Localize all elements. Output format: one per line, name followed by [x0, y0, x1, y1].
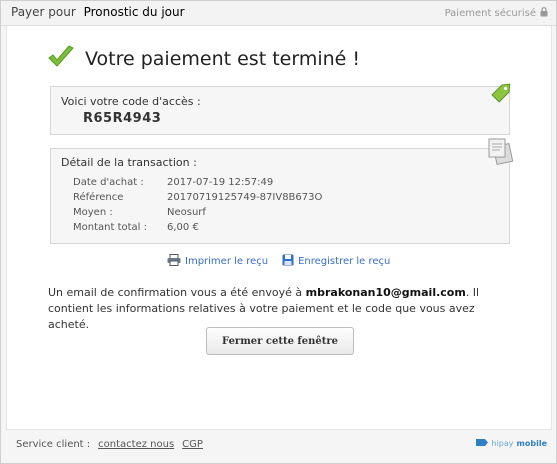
hipay-logo-icon — [475, 438, 489, 449]
purchase-date-value: 2017-07-19 12:57:49 — [167, 176, 274, 188]
reference-value: 20170719125749-87IV8B673O — [167, 191, 323, 203]
merchant-info: Payer pour Pronostic du jour — [11, 5, 185, 19]
success-header: Votre paiement est terminé ! — [47, 45, 360, 73]
save-receipt-label: Enregistrer le reçu — [298, 256, 391, 267]
access-code-label: Voici votre code d'accès : — [61, 95, 201, 108]
page-title: Votre paiement est terminé ! — [85, 48, 360, 70]
receipt-actions: Imprimer le reçu Enregistrer le reçu — [167, 254, 390, 269]
contact-us-link[interactable]: contactez nous — [98, 439, 174, 450]
printer-icon — [167, 254, 181, 269]
access-code-value: R65R4943 — [83, 111, 162, 126]
total-amount-value: 6,00 € — [167, 221, 199, 233]
secure-label: Paiement sécurisé — [444, 8, 536, 19]
print-receipt-link[interactable]: Imprimer le reçu — [167, 254, 268, 269]
transaction-details: Date d'achat : 2017-07-19 12:57:49 Référ… — [73, 175, 322, 235]
purchase-date-key: Date d'achat : — [73, 176, 144, 188]
payment-window: Payer pour Pronostic du jour Paiement sé… — [0, 0, 557, 464]
transaction-panel: Détail de la transaction : Date d'achat … — [50, 138, 514, 244]
secure-indicator: Paiement sécurisé — [445, 7, 548, 20]
access-code-panel: Voici votre code d'accès : R65R4943 — [50, 83, 511, 135]
brand-suffix: mobile — [516, 439, 547, 448]
merchant-name: Pronostic du jour — [83, 5, 185, 19]
transaction-label: Détail de la transaction : — [61, 156, 197, 169]
top-bar: Payer pour Pronostic du jour Paiement sé… — [1, 1, 556, 26]
payment-method-key: Moyen : — [73, 206, 113, 218]
reference-key: Référence — [73, 191, 124, 203]
message-part-1: Un email de confirmation vous a été envo… — [48, 286, 306, 299]
floppy-disk-icon — [282, 254, 294, 269]
pay-for-label: Payer pour — [11, 5, 76, 19]
email-address: mbrakonan10@gmail.com — [305, 286, 466, 299]
cgp-link[interactable]: CGP — [182, 439, 203, 450]
total-amount-key: Montant total : — [73, 221, 147, 233]
table-row: Date d'achat : 2017-07-19 12:57:49 — [73, 175, 322, 190]
footer: Service client : contactez nous CGP — [16, 439, 203, 450]
tag-icon — [487, 77, 517, 111]
payment-method-value: Neosurf — [167, 206, 206, 218]
confirmation-message: Un email de confirmation vous a été envo… — [48, 285, 516, 333]
print-receipt-label: Imprimer le reçu — [185, 256, 269, 267]
brand-logo: hipay mobile — [475, 438, 547, 449]
close-window-button[interactable]: Fermer cette fenêtre — [206, 327, 354, 355]
lock-icon — [540, 7, 548, 20]
brand-name: hipay — [491, 439, 514, 448]
table-row: Montant total : 6,00 € — [73, 220, 322, 235]
documents-icon — [485, 137, 517, 171]
checkmark-icon — [47, 45, 75, 73]
table-row: Moyen : Neosurf — [73, 205, 322, 220]
table-row: Référence 20170719125749-87IV8B673O — [73, 190, 322, 205]
service-client-label: Service client : — [16, 439, 91, 450]
save-receipt-link[interactable]: Enregistrer le reçu — [282, 254, 390, 269]
